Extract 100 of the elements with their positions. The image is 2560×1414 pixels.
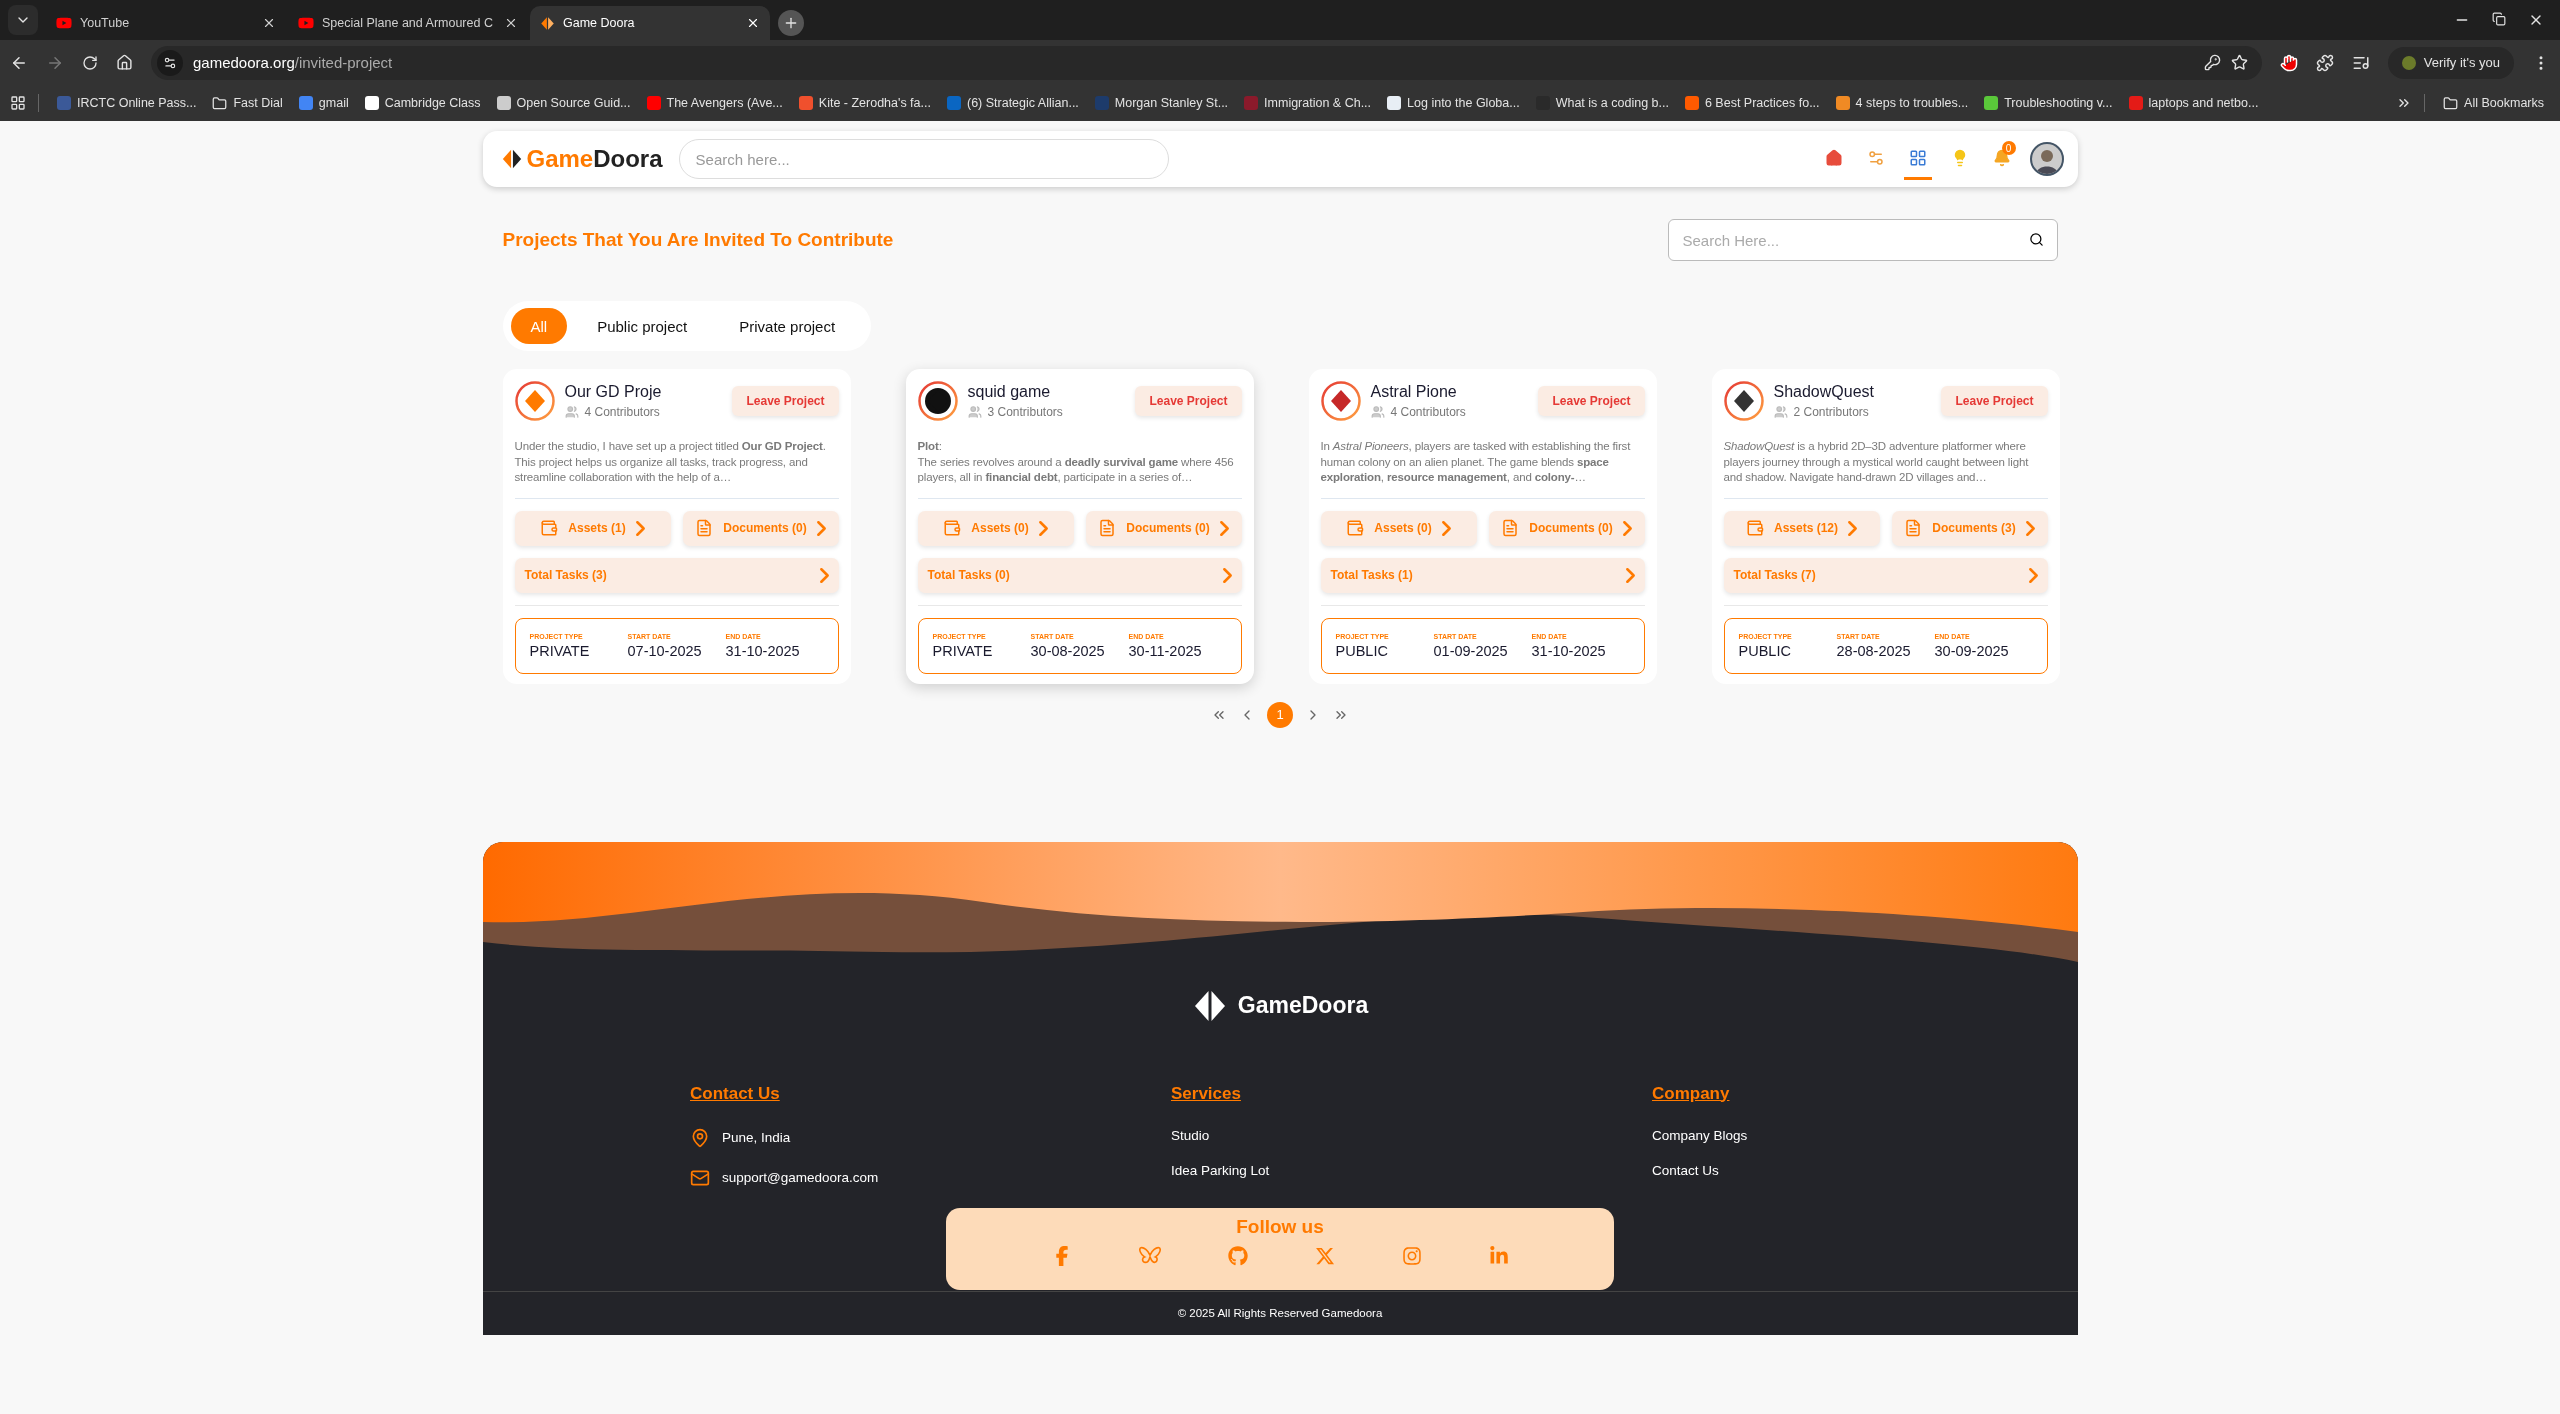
filter-tab[interactable]: Public project <box>575 308 710 344</box>
info-value: PRIVATE <box>932 642 994 659</box>
bookmark[interactable]: Log into the Globa... <box>1381 92 1526 114</box>
all-bookmarks-button[interactable]: All Bookmarks <box>2437 91 2550 115</box>
footer-heading[interactable]: Contact Us <box>690 1083 1171 1104</box>
plus-icon <box>783 15 799 31</box>
logo[interactable]: GameDoora <box>500 145 663 173</box>
document-icon <box>695 519 714 537</box>
home-icon[interactable] <box>116 54 133 71</box>
site-info-button[interactable] <box>157 49 183 76</box>
browser-tab[interactable]: Game Doora <box>530 6 770 40</box>
document-icon <box>1098 519 1117 537</box>
bookmark[interactable]: Open Source Guid... <box>490 92 637 114</box>
chevron-right-icon <box>1625 567 1635 583</box>
chevron-right-icon <box>1441 520 1451 536</box>
sliders-icon <box>163 55 177 70</box>
profile-button[interactable]: Verify it's you <box>2387 46 2514 79</box>
chevron-right-icon <box>1038 520 1048 536</box>
bookmark[interactable]: 6 Best Practices fo... <box>1678 92 1826 114</box>
close-icon[interactable] <box>262 16 276 30</box>
extension-icon[interactable] <box>2279 53 2298 72</box>
bookmark[interactable]: 4 steps to troubles... <box>1829 92 1975 114</box>
avatar[interactable] <box>2029 142 2064 176</box>
project-logo-icon <box>1320 381 1361 421</box>
video-icon <box>298 15 314 31</box>
bookmark[interactable]: Fast Dial <box>206 91 289 115</box>
video-icon <box>56 15 72 31</box>
info-value: 28-08-2025 <box>1836 642 1912 659</box>
footer-link[interactable]: Idea Parking Lot <box>1171 1162 1652 1178</box>
follow-title: Follow us <box>1236 1215 1324 1238</box>
wallet-icon <box>1346 519 1365 537</box>
project-search-field[interactable]: Search Here... <box>1667 219 2058 261</box>
address-bar[interactable]: gamedoora.org/invited-project <box>151 45 2262 80</box>
bookmark-star-icon[interactable] <box>2230 54 2248 71</box>
bookmark[interactable]: gmail <box>292 92 355 114</box>
bookmark[interactable]: Troubleshooting v... <box>1978 92 2119 114</box>
leave-project-button[interactable]: Leave Project <box>732 386 839 416</box>
leave-project-button[interactable]: Leave Project <box>1135 386 1242 416</box>
grid-icon <box>1908 148 1927 167</box>
search-icon[interactable] <box>2028 232 2044 247</box>
bookmark[interactable]: IRCTC Online Pass... <box>51 92 203 114</box>
project-name: ShadowQuest <box>1773 383 1875 401</box>
project-description: Under the studio, I have set up a project titled Our GD Project. This project helps us organize all tasks, track progress, and streamline collaboration with the help of a… <box>514 439 827 485</box>
info-value: 31-10-2025 <box>1531 642 1607 659</box>
folder-icon <box>212 95 228 111</box>
project-description: The series revolves around a deadly survival game where 456 players, all in financial debt, participate in a series of… <box>917 454 1235 485</box>
bookmark[interactable]: Cambridge Class <box>358 92 487 114</box>
location-pin-icon <box>690 1127 710 1148</box>
close-icon[interactable] <box>504 16 518 30</box>
close-icon[interactable] <box>746 16 760 30</box>
footer-link[interactable]: Company Blogs <box>1652 1127 1870 1143</box>
footer-link[interactable]: Pune, India <box>690 1127 1171 1148</box>
bookmark[interactable]: laptops and netbo... <box>2122 92 2265 114</box>
leave-project-button[interactable]: Leave Project <box>1941 386 2048 416</box>
footer-link[interactable]: Studio <box>1171 1127 1652 1143</box>
search-field[interactable]: Search here... <box>678 139 1169 179</box>
filter-tab[interactable]: Private project <box>717 308 858 344</box>
info-value: PRIVATE <box>529 642 591 659</box>
info-value: PUBLIC <box>1335 642 1389 659</box>
chevron-right-icon <box>1848 520 1857 536</box>
project-name: squid game <box>967 383 1052 401</box>
users-icon <box>564 405 579 419</box>
footer-link[interactable]: Contact Us <box>1652 1162 1870 1178</box>
browser-tab[interactable]: YouTube <box>46 6 286 40</box>
bookmark[interactable]: Morgan Stanley St... <box>1088 92 1235 114</box>
copyright-text: © 2025 All Rights Reserved Gamedoora <box>1177 1307 1383 1319</box>
browser-tab[interactable]: Special Plane and Armoured C <box>288 6 528 40</box>
footer-link[interactable]: support@gamedoora.com <box>690 1167 1171 1188</box>
footer-logo-text: GameDoora <box>1237 992 1369 1019</box>
footer-heading[interactable]: Services <box>1171 1083 1652 1104</box>
bookmark[interactable]: Immigration & Ch... <box>1238 92 1378 114</box>
project-description: In Astral Pioneers, players are tasked with establishing the first human colony on an alien planet. The game blends space exploration, resource management, and colony-… <box>1320 439 1632 485</box>
reload-icon[interactable] <box>82 54 98 71</box>
chevron-right-icon <box>2025 520 2035 536</box>
chevron-right-icon <box>635 520 645 536</box>
project-logo-icon <box>917 381 958 421</box>
bookmark[interactable]: (6) Strategic Allian... <box>940 92 1085 114</box>
info-value: 30-11-2025 <box>1128 642 1203 659</box>
chevron-right-icon <box>1222 567 1232 583</box>
info-value: 30-09-2025 <box>1934 642 2010 659</box>
document-icon <box>1501 519 1520 537</box>
apps-icon[interactable] <box>10 95 26 111</box>
restore-icon[interactable] <box>2492 12 2506 26</box>
extensions-icon[interactable] <box>2315 53 2334 72</box>
page-title: Projects That You Are Invited To Contribute <box>502 229 894 251</box>
key-icon[interactable] <box>2203 54 2221 71</box>
bookmark[interactable]: Kite - Zerodha's fa... <box>792 92 937 114</box>
new-tab-button[interactable] <box>778 10 804 36</box>
tab-menu-button[interactable] <box>8 5 38 35</box>
info-value: 07-10-2025 <box>627 642 703 659</box>
sliders-icon <box>1866 148 1885 167</box>
bookmark[interactable]: What is a coding b... <box>1529 92 1675 114</box>
contributors-count: 4 Contributors <box>1390 405 1466 419</box>
project-name: Our GD Proje <box>564 383 663 401</box>
bookmark[interactable]: The Avengers (Ave... <box>640 92 789 114</box>
chevron-right-icon <box>816 520 826 536</box>
wallet-icon <box>540 519 559 537</box>
leave-project-button[interactable]: Leave Project <box>1538 386 1645 416</box>
project-name: Astral Pione <box>1370 383 1458 401</box>
footer-heading[interactable]: Company <box>1652 1083 1870 1104</box>
